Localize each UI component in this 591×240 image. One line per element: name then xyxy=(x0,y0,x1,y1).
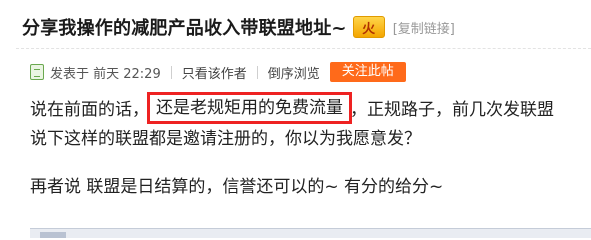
copy-link-button[interactable]: [复制链接] xyxy=(393,18,455,37)
body-text: ，正规路子，前几次发联盟 xyxy=(350,100,554,120)
post-icon xyxy=(30,64,44,80)
highlighted-text: 还是老规矩用的免费流量 xyxy=(147,92,352,124)
hot-icon: 火 xyxy=(352,16,385,38)
reverse-order-link[interactable]: 倒序浏览 xyxy=(268,63,320,82)
post-body: 说在前面的话， 还是老规矩用的免费流量 ，正规路子，前几次发联盟 说下这样的联盟都是… xyxy=(30,92,591,200)
separator xyxy=(256,65,258,79)
body-line-3: 再者说 联盟是日结算的，信誉还可以的~ 有分的给分~ xyxy=(30,177,444,197)
body-text: 说在前面的话， xyxy=(30,100,149,120)
title-row: 分享我操作的减肥产品收入带联盟地址~ 火 [复制链接] xyxy=(22,12,455,42)
body-line-2: 说下这样的联盟都是邀请注册的，你以为我愿意发？ xyxy=(30,129,421,149)
follow-post-button[interactable]: 关注此帖 xyxy=(329,62,406,82)
post-meta: 发表于 前天 22:29 只看该作者 倒序浏览 关注此帖 xyxy=(30,61,406,83)
divider xyxy=(16,48,591,49)
forum-post-page: 分享我操作的减肥产品收入带联盟地址~ 火 [复制链接] 发表于 前天 22:29… xyxy=(0,0,591,238)
author-only-link[interactable]: 只看该作者 xyxy=(182,63,247,82)
post-title: 分享我操作的减肥产品收入带联盟地址~ xyxy=(22,18,347,39)
body-line-1: 说在前面的话， 还是老规矩用的免费流量 ，正规路子，前几次发联盟 xyxy=(30,92,591,126)
separator xyxy=(170,65,172,79)
post-timestamp: 发表于 前天 22:29 xyxy=(50,66,161,82)
bottom-table-header xyxy=(30,228,591,238)
